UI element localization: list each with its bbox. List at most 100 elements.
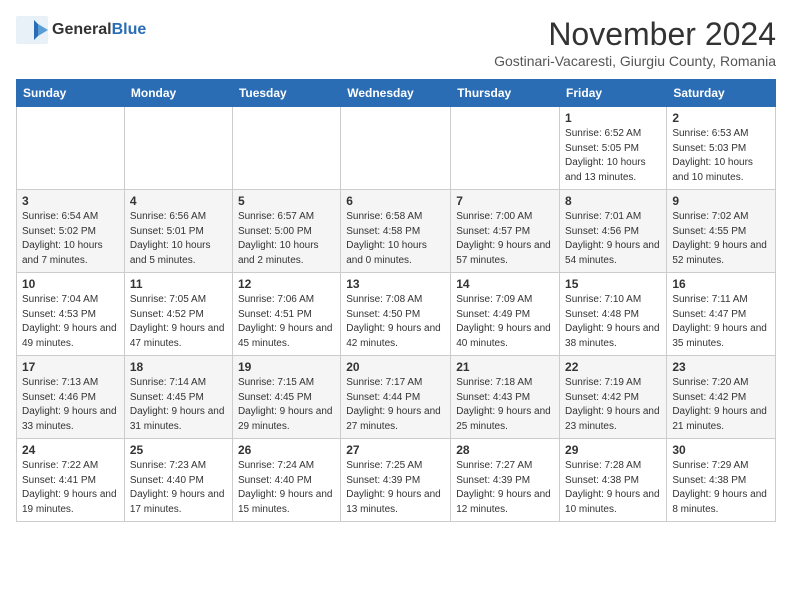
calendar-cell: 23Sunrise: 7:20 AM Sunset: 4:42 PM Dayli… (667, 356, 776, 439)
day-info: Sunrise: 7:20 AM Sunset: 4:42 PM Dayligh… (672, 376, 770, 434)
day-info: Sunrise: 7:08 AM Sunset: 4:50 PM Dayligh… (346, 293, 445, 351)
calendar-cell: 21 Sunrise: 7:18 AM Sunset: 4:43 PM Dayli… (451, 356, 560, 439)
day-info: Sunrise: 7:23 AM Sunset: 4:40 PM Dayligh… (130, 459, 227, 517)
calendar-cell (124, 107, 232, 190)
day-number: 24 (22, 443, 119, 457)
calendar-cell: 25 Sunrise: 7:23 AM Sunset: 4:40 PM Dayli… (124, 439, 232, 522)
calendar-cell: 11 Sunrise: 7:05 AM Sunset: 4:52 PM Dayli… (124, 273, 232, 356)
day-number: 5 (238, 194, 335, 208)
day-number: 10 (22, 277, 119, 291)
page-header: GeneralBlue November 2024 Gostinari-Vaca… (16, 16, 776, 69)
day-info: Sunrise: 6:53 AM Sunset: 5:03 PM Dayligh… (672, 127, 770, 185)
day-info: Sunrise: 7:13 AM Sunset: 4:46 PM Dayligh… (22, 376, 119, 434)
calendar-week-1: 1 Sunrise: 6:52 AM Sunset: 5:05 PM Daylig… (17, 107, 776, 190)
day-number: 21 (456, 360, 554, 374)
day-number: 30 (672, 443, 770, 457)
calendar-cell: 17Sunrise: 7:13 AM Sunset: 4:46 PM Dayli… (17, 356, 125, 439)
calendar-cell: 26Sunrise: 7:24 AM Sunset: 4:40 PM Dayli… (232, 439, 340, 522)
day-info: Sunrise: 7:02 AM Sunset: 4:55 PM Dayligh… (672, 210, 770, 268)
day-info: Sunrise: 7:18 AM Sunset: 4:43 PM Dayligh… (456, 376, 554, 434)
day-info: Sunrise: 6:58 AM Sunset: 4:58 PM Dayligh… (346, 210, 445, 268)
day-number: 25 (130, 443, 227, 457)
day-number: 22 (565, 360, 661, 374)
calendar-cell: 19 Sunrise: 7:15 AM Sunset: 4:45 PM Dayli… (232, 356, 340, 439)
calendar-cell: 24 Sunrise: 7:22 AM Sunset: 4:41 PM Dayli… (17, 439, 125, 522)
title-block: November 2024 Gostinari-Vacaresti, Giurg… (494, 16, 776, 69)
logo: GeneralBlue (16, 16, 146, 44)
day-info: Sunrise: 7:29 AM Sunset: 4:38 PM Dayligh… (672, 459, 770, 517)
day-number: 2 (672, 111, 770, 125)
day-info: Sunrise: 7:17 AM Sunset: 4:44 PM Dayligh… (346, 376, 445, 434)
day-number: 28 (456, 443, 554, 457)
weekday-header-wednesday: Wednesday (341, 80, 451, 107)
day-info: Sunrise: 7:24 AM Sunset: 4:40 PM Dayligh… (238, 459, 335, 517)
weekday-header-sunday: Sunday (17, 80, 125, 107)
day-info: Sunrise: 7:15 AM Sunset: 4:45 PM Dayligh… (238, 376, 335, 434)
calendar-cell: 4Sunrise: 6:56 AM Sunset: 5:01 PM Daylig… (124, 190, 232, 273)
day-info: Sunrise: 7:11 AM Sunset: 4:47 PM Dayligh… (672, 293, 770, 351)
location-subtitle: Gostinari-Vacaresti, Giurgiu County, Rom… (494, 53, 776, 69)
calendar-header-row: SundayMondayTuesdayWednesdayThursdayFrid… (17, 80, 776, 107)
calendar-cell: 2 Sunrise: 6:53 AM Sunset: 5:03 PM Daylig… (667, 107, 776, 190)
day-number: 15 (565, 277, 661, 291)
calendar-week-2: 3Sunrise: 6:54 AM Sunset: 5:02 PM Daylig… (17, 190, 776, 273)
calendar-cell: 18 Sunrise: 7:14 AM Sunset: 4:45 PM Dayli… (124, 356, 232, 439)
calendar-cell: 7 Sunrise: 7:00 AM Sunset: 4:57 PM Daylig… (451, 190, 560, 273)
calendar-table: SundayMondayTuesdayWednesdayThursdayFrid… (16, 79, 776, 522)
day-info: Sunrise: 7:00 AM Sunset: 4:57 PM Dayligh… (456, 210, 554, 268)
calendar-cell: 22 Sunrise: 7:19 AM Sunset: 4:42 PM Dayli… (560, 356, 667, 439)
day-number: 1 (565, 111, 661, 125)
calendar-week-4: 17Sunrise: 7:13 AM Sunset: 4:46 PM Dayli… (17, 356, 776, 439)
day-info: Sunrise: 6:57 AM Sunset: 5:00 PM Dayligh… (238, 210, 335, 268)
day-number: 12 (238, 277, 335, 291)
calendar-cell: 8 Sunrise: 7:01 AM Sunset: 4:56 PM Daylig… (560, 190, 667, 273)
calendar-week-3: 10 Sunrise: 7:04 AM Sunset: 4:53 PM Dayli… (17, 273, 776, 356)
day-number: 19 (238, 360, 335, 374)
day-info: Sunrise: 7:22 AM Sunset: 4:41 PM Dayligh… (22, 459, 119, 517)
logo-blue-text: Blue (112, 21, 147, 38)
calendar-cell: 16 Sunrise: 7:11 AM Sunset: 4:47 PM Dayli… (667, 273, 776, 356)
day-info: Sunrise: 7:25 AM Sunset: 4:39 PM Dayligh… (346, 459, 445, 517)
calendar-cell (451, 107, 560, 190)
day-number: 4 (130, 194, 227, 208)
day-number: 8 (565, 194, 661, 208)
calendar-cell: 12 Sunrise: 7:06 AM Sunset: 4:51 PM Dayli… (232, 273, 340, 356)
day-info: Sunrise: 7:27 AM Sunset: 4:39 PM Dayligh… (456, 459, 554, 517)
calendar-cell: 28 Sunrise: 7:27 AM Sunset: 4:39 PM Dayli… (451, 439, 560, 522)
weekday-header-saturday: Saturday (667, 80, 776, 107)
weekday-header-thursday: Thursday (451, 80, 560, 107)
calendar-cell (232, 107, 340, 190)
day-info: Sunrise: 7:14 AM Sunset: 4:45 PM Dayligh… (130, 376, 227, 434)
day-info: Sunrise: 7:10 AM Sunset: 4:48 PM Dayligh… (565, 293, 661, 351)
day-number: 11 (130, 277, 227, 291)
day-number: 13 (346, 277, 445, 291)
day-info: Sunrise: 7:06 AM Sunset: 4:51 PM Dayligh… (238, 293, 335, 351)
day-info: Sunrise: 7:19 AM Sunset: 4:42 PM Dayligh… (565, 376, 661, 434)
day-number: 14 (456, 277, 554, 291)
day-number: 16 (672, 277, 770, 291)
calendar-cell: 14 Sunrise: 7:09 AM Sunset: 4:49 PM Dayli… (451, 273, 560, 356)
day-number: 20 (346, 360, 445, 374)
calendar-week-5: 24 Sunrise: 7:22 AM Sunset: 4:41 PM Dayli… (17, 439, 776, 522)
day-number: 18 (130, 360, 227, 374)
day-number: 29 (565, 443, 661, 457)
calendar-cell: 1 Sunrise: 6:52 AM Sunset: 5:05 PM Daylig… (560, 107, 667, 190)
day-info: Sunrise: 7:09 AM Sunset: 4:49 PM Dayligh… (456, 293, 554, 351)
day-number: 9 (672, 194, 770, 208)
day-info: Sunrise: 7:05 AM Sunset: 4:52 PM Dayligh… (130, 293, 227, 351)
calendar-cell: 6 Sunrise: 6:58 AM Sunset: 4:58 PM Daylig… (341, 190, 451, 273)
day-number: 7 (456, 194, 554, 208)
calendar-cell: 10 Sunrise: 7:04 AM Sunset: 4:53 PM Dayli… (17, 273, 125, 356)
day-info: Sunrise: 6:52 AM Sunset: 5:05 PM Dayligh… (565, 127, 661, 185)
day-number: 6 (346, 194, 445, 208)
month-year-title: November 2024 (494, 16, 776, 53)
calendar-cell (17, 107, 125, 190)
day-info: Sunrise: 7:01 AM Sunset: 4:56 PM Dayligh… (565, 210, 661, 268)
calendar-cell: 30 Sunrise: 7:29 AM Sunset: 4:38 PM Dayli… (667, 439, 776, 522)
day-number: 27 (346, 443, 445, 457)
calendar-cell: 5 Sunrise: 6:57 AM Sunset: 5:00 PM Daylig… (232, 190, 340, 273)
weekday-header-tuesday: Tuesday (232, 80, 340, 107)
calendar-cell: 29Sunrise: 7:28 AM Sunset: 4:38 PM Dayli… (560, 439, 667, 522)
day-info: Sunrise: 7:04 AM Sunset: 4:53 PM Dayligh… (22, 293, 119, 351)
calendar-cell: 13 Sunrise: 7:08 AM Sunset: 4:50 PM Dayli… (341, 273, 451, 356)
